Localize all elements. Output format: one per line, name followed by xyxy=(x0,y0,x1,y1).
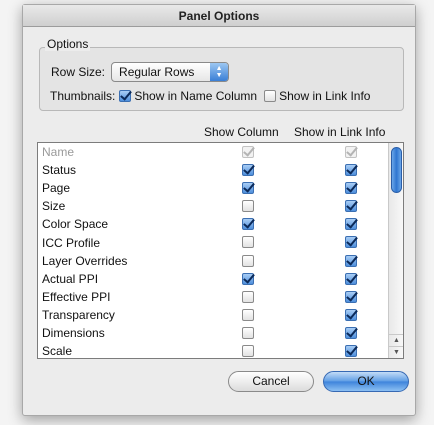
row-size-popup[interactable]: Regular Rows ▲ ▼ xyxy=(111,62,230,82)
show-column-checkbox[interactable] xyxy=(242,218,254,231)
header-show-in-link-info: Show in Link Info xyxy=(294,125,386,139)
table-row: Size xyxy=(38,197,403,215)
show-in-link-info-checkbox[interactable] xyxy=(345,236,357,249)
show-column-checkbox[interactable] xyxy=(242,290,254,303)
row-name: Dimensions xyxy=(42,325,105,340)
show-in-name-column-label: Show in Name Column xyxy=(134,89,258,103)
show-column-checkbox[interactable] xyxy=(242,200,254,213)
show-in-link-info-checkbox xyxy=(345,146,357,158)
show-in-link-info-checkbox[interactable] xyxy=(345,182,357,195)
show-in-link-info-checkbox[interactable] xyxy=(345,200,357,213)
show-column-checkbox[interactable] xyxy=(242,236,254,249)
table-row: Color Space xyxy=(38,215,403,233)
table-row: Layer Overrides xyxy=(38,252,403,270)
row-name: Scale xyxy=(42,344,73,359)
scroll-up-icon[interactable]: ▲ xyxy=(389,334,403,346)
row-name: Page xyxy=(42,181,71,196)
table-row: Scale xyxy=(38,342,403,359)
show-in-link-info-checkbox[interactable] xyxy=(345,272,357,285)
show-column-checkbox xyxy=(242,146,254,158)
row-name: Color Space xyxy=(42,217,109,232)
window-title: Panel Options xyxy=(23,5,415,27)
table-row: Effective PPI xyxy=(38,288,403,306)
scroll-down-icon[interactable]: ▼ xyxy=(389,346,403,358)
table-row: Name xyxy=(38,143,403,161)
show-in-link-info-checkbox[interactable] xyxy=(345,290,357,303)
row-name: Effective PPI xyxy=(42,289,111,304)
show-in-link-info-checkbox[interactable] xyxy=(345,308,357,321)
row-name: Size xyxy=(42,199,66,214)
row-name: Layer Overrides xyxy=(42,253,128,268)
options-legend: Options xyxy=(45,37,91,51)
show-column-checkbox[interactable] xyxy=(242,182,254,195)
show-column-checkbox[interactable] xyxy=(242,164,254,177)
thumbnails-row: Thumbnails: Show in Name Column Show in … xyxy=(50,89,370,103)
column-headers: Show Column Show in Link Info xyxy=(23,125,415,141)
table-row: Actual PPI xyxy=(38,270,403,288)
show-in-link-info-checkbox[interactable] xyxy=(264,90,277,102)
row-name: ICC Profile xyxy=(42,235,101,250)
show-in-link-info-label: Show in Link Info xyxy=(279,89,371,103)
cancel-button[interactable]: Cancel xyxy=(228,371,314,392)
row-size-value: Regular Rows xyxy=(119,65,195,79)
show-in-name-column-checkbox[interactable] xyxy=(119,90,132,102)
show-column-checkbox[interactable] xyxy=(242,326,254,339)
show-in-link-info-checkbox[interactable] xyxy=(345,218,357,231)
show-column-checkbox[interactable] xyxy=(242,345,254,358)
table-row: Dimensions xyxy=(38,324,403,342)
columns-table: Name Status Page Size Color Space ICC Profile… xyxy=(37,142,404,359)
show-column-checkbox[interactable] xyxy=(242,272,254,285)
row-size-row: Row Size: Regular Rows ▲ ▼ xyxy=(51,62,230,82)
table-row: ICC Profile xyxy=(38,233,403,251)
show-in-link-info-checkbox[interactable] xyxy=(345,254,357,267)
table-row: Status xyxy=(38,161,403,179)
row-name: Name xyxy=(42,145,75,160)
scrollbar-thumb[interactable] xyxy=(391,147,402,193)
row-name: Transparency xyxy=(42,307,115,322)
thumbnails-label: Thumbnails: xyxy=(50,89,116,103)
row-name: Actual PPI xyxy=(42,271,99,286)
scrollbar[interactable]: ▲ ▼ xyxy=(388,143,403,358)
row-size-label: Row Size: xyxy=(51,65,106,79)
show-column-checkbox[interactable] xyxy=(242,254,254,267)
table-row: Transparency xyxy=(38,306,403,324)
popup-arrows-icon: ▲ ▼ xyxy=(210,63,229,81)
show-in-link-info-checkbox[interactable] xyxy=(345,326,357,339)
show-in-link-info-checkbox[interactable] xyxy=(345,345,357,358)
row-name: Status xyxy=(42,163,77,178)
table-rows: Name Status Page Size Color Space ICC Profile… xyxy=(38,143,403,359)
show-in-link-info-checkbox[interactable] xyxy=(345,164,357,177)
ok-button[interactable]: OK xyxy=(323,371,409,392)
show-column-checkbox[interactable] xyxy=(242,308,254,321)
header-show-column: Show Column xyxy=(204,125,279,139)
panel-options-dialog: Panel Options Options Row Size: Regular … xyxy=(22,4,416,416)
table-row: Page xyxy=(38,179,403,197)
